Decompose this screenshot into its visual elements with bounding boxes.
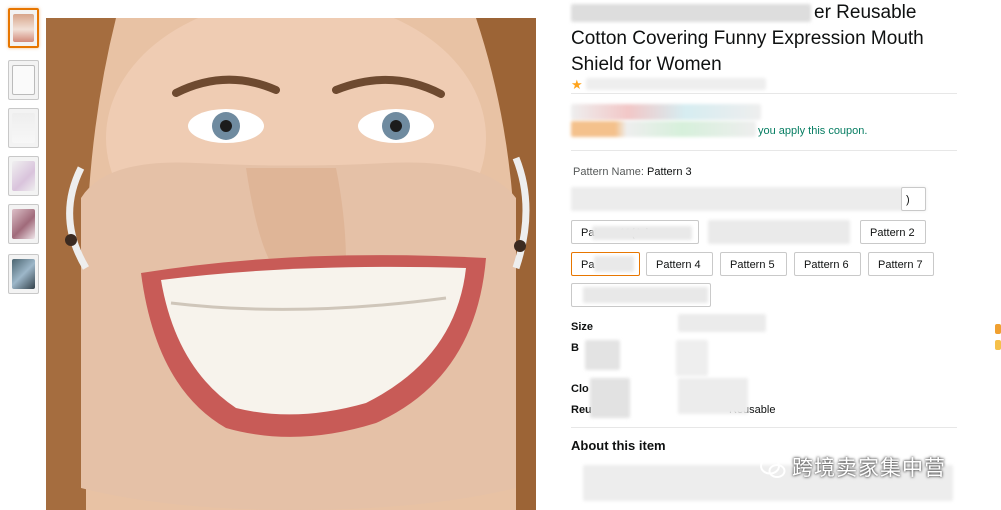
pattern-name-row: Pattern Name: Pattern 3 (573, 166, 692, 178)
pattern-redacted (583, 287, 708, 303)
spec-redacted (678, 378, 748, 414)
pattern-selected-value: Pattern 3 (646, 166, 692, 178)
spec-clo-label: Clo (571, 383, 589, 395)
spec-redacted (676, 340, 708, 376)
spec-reu-label: Reu (571, 404, 592, 416)
main-product-image[interactable] (46, 18, 536, 510)
thumbnail-5[interactable] (8, 204, 39, 244)
divider (571, 93, 957, 94)
divider (571, 427, 957, 428)
pattern-option-7-button[interactable]: Pattern 7 (868, 252, 934, 276)
star-icon[interactable]: ★ (571, 77, 583, 93)
mask-photo-illustration (46, 18, 536, 510)
about-this-item-heading: About this item (571, 438, 666, 453)
edge-badge (995, 340, 1001, 350)
coupon-redacted (571, 121, 756, 137)
pattern-redacted (708, 220, 850, 244)
price-redacted (571, 104, 761, 120)
watermark: 跨境卖家集中营 (760, 452, 946, 482)
product-title: er Reusable Cotton Covering Funny Expres… (571, 0, 951, 78)
pattern-option-4-button[interactable]: Pattern 4 (646, 252, 713, 276)
thumbnail-1[interactable] (8, 8, 39, 48)
thumbnail-3[interactable] (8, 108, 39, 148)
edge-badge (995, 324, 1001, 334)
pattern-option-5-button[interactable]: Pattern 5 (720, 252, 787, 276)
thumbnail-6[interactable] (8, 254, 39, 294)
coupon-text: you apply this coupon. (758, 125, 868, 137)
spec-redacted (590, 378, 630, 418)
pattern-option-button[interactable]: ) (901, 187, 926, 211)
watermark-text: 跨境卖家集中营 (792, 457, 946, 480)
product-title-text: er Reusable Cotton Covering Funny Expres… (571, 2, 924, 75)
spec-redacted (585, 340, 620, 370)
pattern-option-6-button[interactable]: Pattern 6 (794, 252, 861, 276)
pattern-redacted (592, 226, 692, 240)
pattern-option-2-button[interactable]: Pattern 2 (860, 220, 926, 244)
thumbnail-2[interactable] (8, 60, 39, 100)
spec-size-label: Size (571, 321, 594, 333)
spec-b-label: B (571, 342, 579, 354)
pattern-redacted (594, 256, 634, 272)
divider (571, 150, 957, 151)
pattern-row-redacted (571, 187, 926, 211)
rating-redacted (586, 78, 766, 90)
spec-redacted (678, 314, 766, 332)
wechat-icon (760, 457, 786, 479)
thumbnail-4[interactable] (8, 156, 39, 196)
pattern-name-label: Pattern Name: (573, 166, 644, 178)
